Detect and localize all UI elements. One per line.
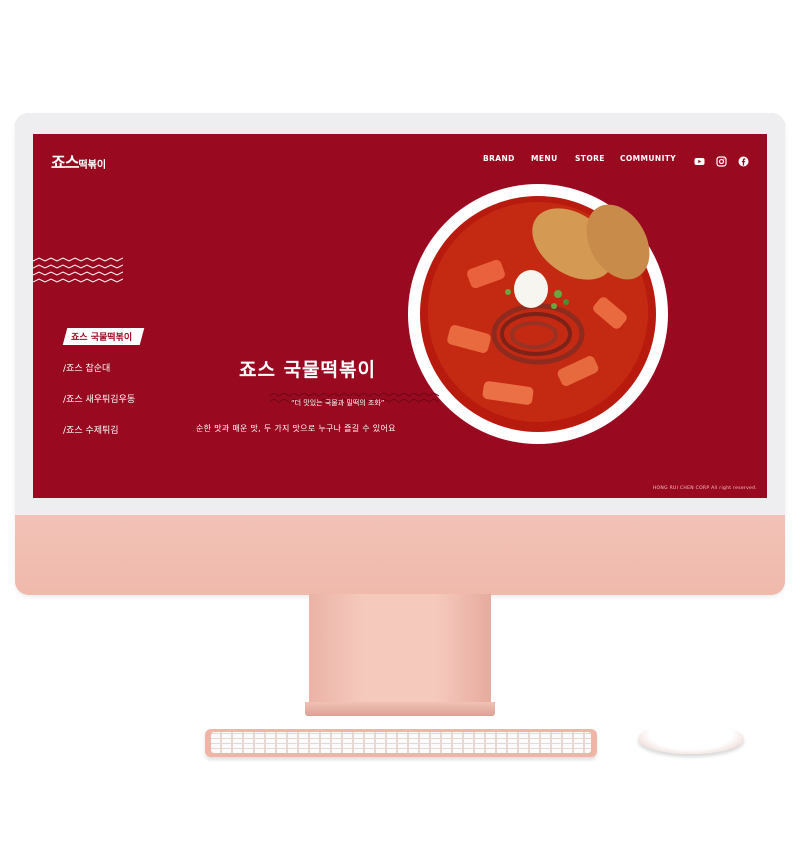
hero-quote: “더 맛있는 국물과 밀떡의 조화”: [291, 399, 385, 407]
monitor-stand-foot: [305, 702, 495, 716]
keyboard-rows: [211, 732, 591, 753]
instagram-icon[interactable]: [716, 152, 727, 167]
website-screen: 죠스떡볶이 BRAND MENU STORE COMMUNITY 죠스 국물떡볶…: [33, 134, 767, 498]
decorative-wave-lines: [33, 257, 123, 283]
logo-main: 죠스: [51, 153, 79, 172]
nav-brand[interactable]: BRAND: [483, 154, 515, 163]
logo-sub: 떡볶이: [78, 160, 107, 171]
hero-title: 죠스 국물떡볶이: [239, 359, 376, 381]
hero-description: 순한 맛과 매운 맛, 두 가지 맛으로 누구나 즐길 수 있어요: [196, 424, 396, 433]
keyboard: [205, 729, 597, 757]
copyright-text: HONG RUI CHEN CORP All right reserved.: [652, 486, 757, 491]
facebook-icon[interactable]: [738, 152, 749, 167]
side-menu-item[interactable]: /죠스 새우튀김우동: [63, 392, 135, 405]
nav-menu[interactable]: MENU: [531, 154, 558, 163]
tteokbokki-bowl-image: [408, 184, 668, 444]
monitor-chin: [15, 515, 785, 595]
side-menu-label: 죠스 새우튀김우동: [66, 395, 136, 405]
side-menu-item[interactable]: /죠스 수제튀김: [63, 423, 119, 436]
monitor-stand: [309, 594, 491, 702]
nav-store[interactable]: STORE: [575, 154, 605, 163]
nav-community[interactable]: COMMUNITY: [620, 154, 676, 163]
side-menu-item[interactable]: /죠스 찹순대: [63, 361, 110, 374]
side-menu-label: 죠스 찹순대: [66, 364, 111, 374]
mouse: [638, 723, 744, 754]
side-menu-item-active[interactable]: 죠스 국물떡볶이: [62, 328, 145, 345]
side-menu-label: 죠스 수제튀김: [66, 426, 119, 436]
youtube-icon[interactable]: [694, 152, 705, 165]
site-logo[interactable]: 죠스떡볶이: [51, 149, 106, 173]
side-menu-label: 죠스 국물떡볶이: [71, 333, 133, 343]
